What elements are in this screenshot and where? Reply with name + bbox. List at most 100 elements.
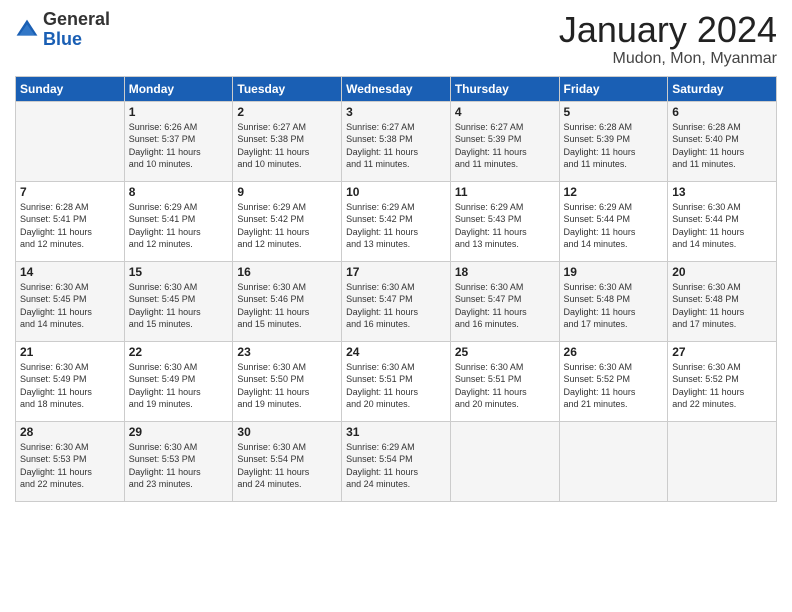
cell-info: Sunrise: 6:30 AM Sunset: 5:44 PM Dayligh… [672, 201, 772, 251]
calendar-cell: 11 Sunrise: 6:29 AM Sunset: 5:43 PM Dayli… [450, 181, 559, 261]
day-number: 9 [237, 185, 337, 199]
cell-info: Sunrise: 6:30 AM Sunset: 5:49 PM Dayligh… [20, 361, 120, 411]
cell-info: Sunrise: 6:30 AM Sunset: 5:46 PM Dayligh… [237, 281, 337, 331]
col-thursday: Thursday [450, 76, 559, 101]
col-monday: Monday [124, 76, 233, 101]
calendar-cell: 29Sunrise: 6:30 AM Sunset: 5:53 PM Dayli… [124, 421, 233, 501]
day-number: 30 [237, 425, 337, 439]
day-number: 2 [237, 105, 337, 119]
header: General Blue January 2024 Mudon, Mon, My… [15, 10, 777, 68]
calendar-cell: 4Sunrise: 6:27 AM Sunset: 5:39 PM Daylig… [450, 101, 559, 181]
calendar-cell [450, 421, 559, 501]
calendar-cell: 15Sunrise: 6:30 AM Sunset: 5:45 PM Dayli… [124, 261, 233, 341]
logo-text: General Blue [43, 10, 110, 50]
day-number: 11 [455, 185, 555, 199]
calendar-cell: 10 Sunrise: 6:29 AM Sunset: 5:42 PM Dayli… [342, 181, 451, 261]
day-number: 17 [346, 265, 446, 279]
calendar-cell: 3 Sunrise: 6:27 AM Sunset: 5:38 PM Daylig… [342, 101, 451, 181]
cell-info: Sunrise: 6:29 AM Sunset: 5:43 PM Dayligh… [455, 201, 555, 251]
cell-info: Sunrise: 6:27 AM Sunset: 5:38 PM Dayligh… [237, 121, 337, 171]
day-number: 27 [672, 345, 772, 359]
day-number: 3 [346, 105, 446, 119]
subtitle: Mudon, Mon, Myanmar [559, 50, 777, 68]
calendar-cell: 7Sunrise: 6:28 AM Sunset: 5:41 PM Daylig… [16, 181, 125, 261]
day-number: 13 [672, 185, 772, 199]
calendar-cell: 1Sunrise: 6:26 AM Sunset: 5:37 PM Daylig… [124, 101, 233, 181]
calendar-cell [559, 421, 668, 501]
col-sunday: Sunday [16, 76, 125, 101]
calendar-cell: 21 Sunrise: 6:30 AM Sunset: 5:49 PM Dayli… [16, 341, 125, 421]
calendar-cell: 6 Sunrise: 6:28 AM Sunset: 5:40 PM Daylig… [668, 101, 777, 181]
cell-info: Sunrise: 6:30 AM Sunset: 5:48 PM Dayligh… [564, 281, 664, 331]
day-number: 16 [237, 265, 337, 279]
day-number: 25 [455, 345, 555, 359]
logo: General Blue [15, 10, 110, 50]
calendar-cell: 18 Sunrise: 6:30 AM Sunset: 5:47 PM Dayli… [450, 261, 559, 341]
cell-info: Sunrise: 6:30 AM Sunset: 5:52 PM Dayligh… [564, 361, 664, 411]
calendar-cell: 2 Sunrise: 6:27 AM Sunset: 5:38 PM Daylig… [233, 101, 342, 181]
calendar-week-3: 21 Sunrise: 6:30 AM Sunset: 5:49 PM Dayli… [16, 341, 777, 421]
calendar-cell: 25 Sunrise: 6:30 AM Sunset: 5:51 PM Dayli… [450, 341, 559, 421]
day-number: 18 [455, 265, 555, 279]
cell-info: Sunrise: 6:30 AM Sunset: 5:53 PM Dayligh… [20, 441, 120, 491]
day-number: 6 [672, 105, 772, 119]
cell-info: Sunrise: 6:27 AM Sunset: 5:38 PM Dayligh… [346, 121, 446, 171]
day-number: 20 [672, 265, 772, 279]
day-number: 5 [564, 105, 664, 119]
calendar-cell: 23 Sunrise: 6:30 AM Sunset: 5:50 PM Dayli… [233, 341, 342, 421]
day-number: 24 [346, 345, 446, 359]
calendar-cell: 24 Sunrise: 6:30 AM Sunset: 5:51 PM Dayli… [342, 341, 451, 421]
calendar-cell: 8Sunrise: 6:29 AM Sunset: 5:41 PM Daylig… [124, 181, 233, 261]
cell-info: Sunrise: 6:30 AM Sunset: 5:54 PM Dayligh… [237, 441, 337, 491]
day-number: 12 [564, 185, 664, 199]
col-saturday: Saturday [668, 76, 777, 101]
col-tuesday: Tuesday [233, 76, 342, 101]
cell-info: Sunrise: 6:29 AM Sunset: 5:42 PM Dayligh… [346, 201, 446, 251]
calendar-cell: 20 Sunrise: 6:30 AM Sunset: 5:48 PM Dayli… [668, 261, 777, 341]
cell-info: Sunrise: 6:30 AM Sunset: 5:47 PM Dayligh… [346, 281, 446, 331]
col-wednesday: Wednesday [342, 76, 451, 101]
cell-info: Sunrise: 6:30 AM Sunset: 5:51 PM Dayligh… [455, 361, 555, 411]
day-number: 10 [346, 185, 446, 199]
calendar-cell: 22Sunrise: 6:30 AM Sunset: 5:49 PM Dayli… [124, 341, 233, 421]
cell-info: Sunrise: 6:30 AM Sunset: 5:51 PM Dayligh… [346, 361, 446, 411]
day-number: 21 [20, 345, 120, 359]
cell-info: Sunrise: 6:28 AM Sunset: 5:40 PM Dayligh… [672, 121, 772, 171]
calendar-week-4: 28 Sunrise: 6:30 AM Sunset: 5:53 PM Dayli… [16, 421, 777, 501]
day-number: 26 [564, 345, 664, 359]
logo-blue: Blue [43, 30, 110, 50]
day-number: 19 [564, 265, 664, 279]
cell-info: Sunrise: 6:30 AM Sunset: 5:48 PM Dayligh… [672, 281, 772, 331]
cell-info: Sunrise: 6:29 AM Sunset: 5:42 PM Dayligh… [237, 201, 337, 251]
calendar-cell: 27Sunrise: 6:30 AM Sunset: 5:52 PM Dayli… [668, 341, 777, 421]
cell-info: Sunrise: 6:30 AM Sunset: 5:50 PM Dayligh… [237, 361, 337, 411]
header-row: Sunday Monday Tuesday Wednesday Thursday… [16, 76, 777, 101]
calendar-table: Sunday Monday Tuesday Wednesday Thursday… [15, 76, 777, 502]
calendar-cell [668, 421, 777, 501]
title-block: January 2024 Mudon, Mon, Myanmar [559, 10, 777, 68]
calendar-cell: 17 Sunrise: 6:30 AM Sunset: 5:47 PM Dayli… [342, 261, 451, 341]
cell-info: Sunrise: 6:27 AM Sunset: 5:39 PM Dayligh… [455, 121, 555, 171]
calendar-cell: 26 Sunrise: 6:30 AM Sunset: 5:52 PM Dayli… [559, 341, 668, 421]
logo-icon [15, 18, 39, 42]
calendar-week-1: 7Sunrise: 6:28 AM Sunset: 5:41 PM Daylig… [16, 181, 777, 261]
cell-info: Sunrise: 6:26 AM Sunset: 5:37 PM Dayligh… [129, 121, 229, 171]
month-title: January 2024 [559, 10, 777, 50]
day-number: 15 [129, 265, 229, 279]
cell-info: Sunrise: 6:30 AM Sunset: 5:49 PM Dayligh… [129, 361, 229, 411]
calendar-cell: 31Sunrise: 6:29 AM Sunset: 5:54 PM Dayli… [342, 421, 451, 501]
cell-info: Sunrise: 6:30 AM Sunset: 5:47 PM Dayligh… [455, 281, 555, 331]
page-container: General Blue January 2024 Mudon, Mon, My… [0, 0, 792, 512]
calendar-cell: 19 Sunrise: 6:30 AM Sunset: 5:48 PM Dayli… [559, 261, 668, 341]
day-number: 14 [20, 265, 120, 279]
cell-info: Sunrise: 6:29 AM Sunset: 5:44 PM Dayligh… [564, 201, 664, 251]
day-number: 7 [20, 185, 120, 199]
cell-info: Sunrise: 6:28 AM Sunset: 5:39 PM Dayligh… [564, 121, 664, 171]
day-number: 23 [237, 345, 337, 359]
calendar-cell: 12 Sunrise: 6:29 AM Sunset: 5:44 PM Dayli… [559, 181, 668, 261]
cell-info: Sunrise: 6:29 AM Sunset: 5:41 PM Dayligh… [129, 201, 229, 251]
calendar-cell: 13 Sunrise: 6:30 AM Sunset: 5:44 PM Dayli… [668, 181, 777, 261]
calendar-cell [16, 101, 125, 181]
day-number: 28 [20, 425, 120, 439]
day-number: 29 [129, 425, 229, 439]
